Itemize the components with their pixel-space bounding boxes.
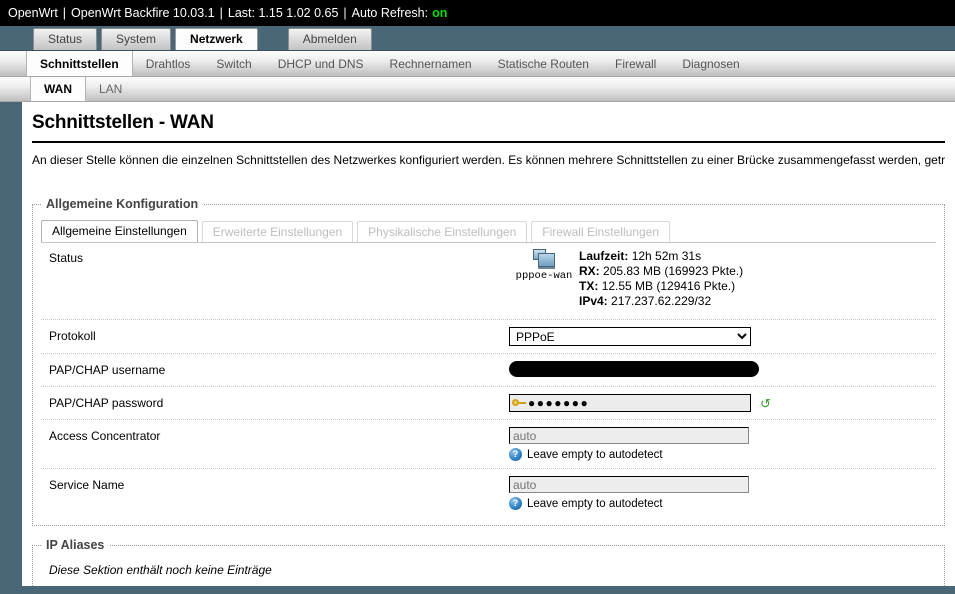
reveal-password-icon[interactable]: ↺	[760, 397, 771, 410]
password-label: PAP/CHAP password	[49, 396, 164, 410]
interface-name: pppoe-wan	[515, 270, 573, 282]
ip-aliases-empty-note: Diese Sektion enthält noch keine Einträg…	[49, 563, 272, 577]
general-config-tab-bar: Allgemeine Einstellungen Erweiterte Eins…	[41, 219, 936, 243]
access-concentrator-label: Access Concentrator	[49, 429, 161, 443]
service-name-input[interactable]	[509, 476, 749, 493]
help-icon: ?	[509, 448, 522, 461]
inner-tab-allgemeine-einstellungen[interactable]: Allgemeine Einstellungen	[41, 220, 198, 242]
interface-tab-bar: WAN LAN	[0, 77, 955, 102]
tab-firewall[interactable]: Firewall	[602, 51, 669, 76]
tab-schnittstellen[interactable]: Schnittstellen	[26, 51, 133, 76]
key-icon	[512, 398, 526, 409]
tab-lan[interactable]: LAN	[86, 77, 135, 101]
service-name-label: Service Name	[49, 478, 125, 492]
ip-aliases-legend: IP Aliases	[46, 538, 105, 552]
service-name-row: Service Name ? Leave empty to autodetect	[41, 469, 936, 517]
tab-diagnosen[interactable]: Diagnosen	[669, 51, 752, 76]
load-average-label: Last: 1.15 1.02 0.65	[227, 6, 339, 20]
service-name-hint: Leave empty to autodetect	[527, 497, 663, 510]
protocol-row: Protokoll PPPoE	[41, 320, 936, 354]
username-label: PAP/CHAP username	[49, 363, 166, 377]
ipv4-label: IPv4:	[579, 294, 608, 308]
tab-drahtlos[interactable]: Drahtlos	[133, 51, 204, 76]
password-input[interactable]: ●●●●●●●	[509, 394, 751, 412]
page-description: An dieser Stelle können die einzelnen Sc…	[32, 153, 945, 167]
tab-abmelden[interactable]: Abmelden	[287, 28, 372, 50]
tab-rechnernamen[interactable]: Rechnernamen	[377, 51, 485, 76]
tab-system[interactable]: System	[101, 28, 172, 50]
password-masked-value: ●●●●●●●	[528, 396, 590, 410]
interface-icon-cell: pppoe-wan	[509, 249, 579, 282]
network-interface-icon	[533, 249, 555, 269]
access-concentrator-row: Access Concentrator ? Leave empty to aut…	[41, 420, 936, 469]
protocol-label: Protokoll	[49, 329, 96, 343]
password-row: PAP/CHAP password ●●●●●●● ↺	[41, 387, 936, 420]
status-row: Status pppoe-wan Laufzeit: 12h 52m 31s R…	[41, 243, 936, 320]
main-content: Schnittstellen - WAN An dieser Stelle kö…	[22, 102, 955, 586]
general-config-legend: Allgemeine Konfiguration	[46, 197, 199, 211]
status-bar: OpenWrt | OpenWrt Backfire 10.03.1 | Las…	[0, 0, 955, 26]
ipv4-value: 217.237.62.229/32	[611, 294, 712, 308]
inner-tab-firewall-einstellungen[interactable]: Firewall Einstellungen	[531, 221, 670, 242]
uptime-value: 12h 52m 31s	[631, 249, 702, 263]
access-concentrator-hint: Leave empty to autodetect	[527, 448, 663, 461]
page-title: Schnittstellen - WAN	[32, 112, 945, 143]
protocol-select[interactable]: PPPoE	[509, 327, 751, 346]
inner-tab-erweiterte-einstellungen[interactable]: Erweiterte Einstellungen	[201, 221, 354, 242]
tx-value: 12.55 MB (129416 Pkte.)	[601, 279, 736, 293]
separator-2: |	[219, 6, 223, 20]
access-concentrator-input[interactable]	[509, 427, 749, 444]
tab-netzwerk[interactable]: Netzwerk	[175, 28, 258, 50]
tab-wan[interactable]: WAN	[30, 77, 86, 101]
brand-label: OpenWrt	[8, 6, 58, 20]
tab-switch[interactable]: Switch	[203, 51, 264, 76]
tab-status[interactable]: Status	[33, 28, 98, 50]
status-label: Status	[49, 251, 84, 265]
separator-3: |	[343, 6, 347, 20]
ip-aliases-section: IP Aliases Diese Sektion enthält noch ke…	[32, 538, 945, 586]
inner-tab-physikalische-einstellungen[interactable]: Physikalische Einstellungen	[357, 221, 528, 242]
firmware-label: OpenWrt Backfire 10.03.1	[71, 6, 215, 20]
tab-dhcp-dns[interactable]: DHCP und DNS	[265, 51, 377, 76]
rx-label: RX:	[579, 264, 600, 278]
auto-refresh-label: Auto Refresh:	[351, 6, 429, 20]
general-config-section: Allgemeine Konfiguration Allgemeine Eins…	[32, 197, 945, 526]
help-icon: ?	[509, 497, 522, 510]
rx-value: 205.83 MB (169923 Pkte.)	[603, 264, 744, 278]
username-input-redacted[interactable]	[509, 361, 759, 377]
tx-label: TX:	[579, 279, 599, 293]
network-tab-bar: Schnittstellen Drahtlos Switch DHCP und …	[0, 51, 955, 77]
auto-refresh-toggle[interactable]: on	[432, 6, 447, 20]
tab-statische-routen[interactable]: Statische Routen	[485, 51, 602, 76]
uptime-label: Laufzeit:	[579, 249, 629, 263]
interface-statistics: Laufzeit: 12h 52m 31s RX: 205.83 MB (169…	[579, 249, 743, 309]
main-tab-bar: Status System Netzwerk Abmelden	[0, 26, 955, 51]
username-row: PAP/CHAP username	[41, 354, 936, 387]
separator-1: |	[62, 6, 67, 20]
